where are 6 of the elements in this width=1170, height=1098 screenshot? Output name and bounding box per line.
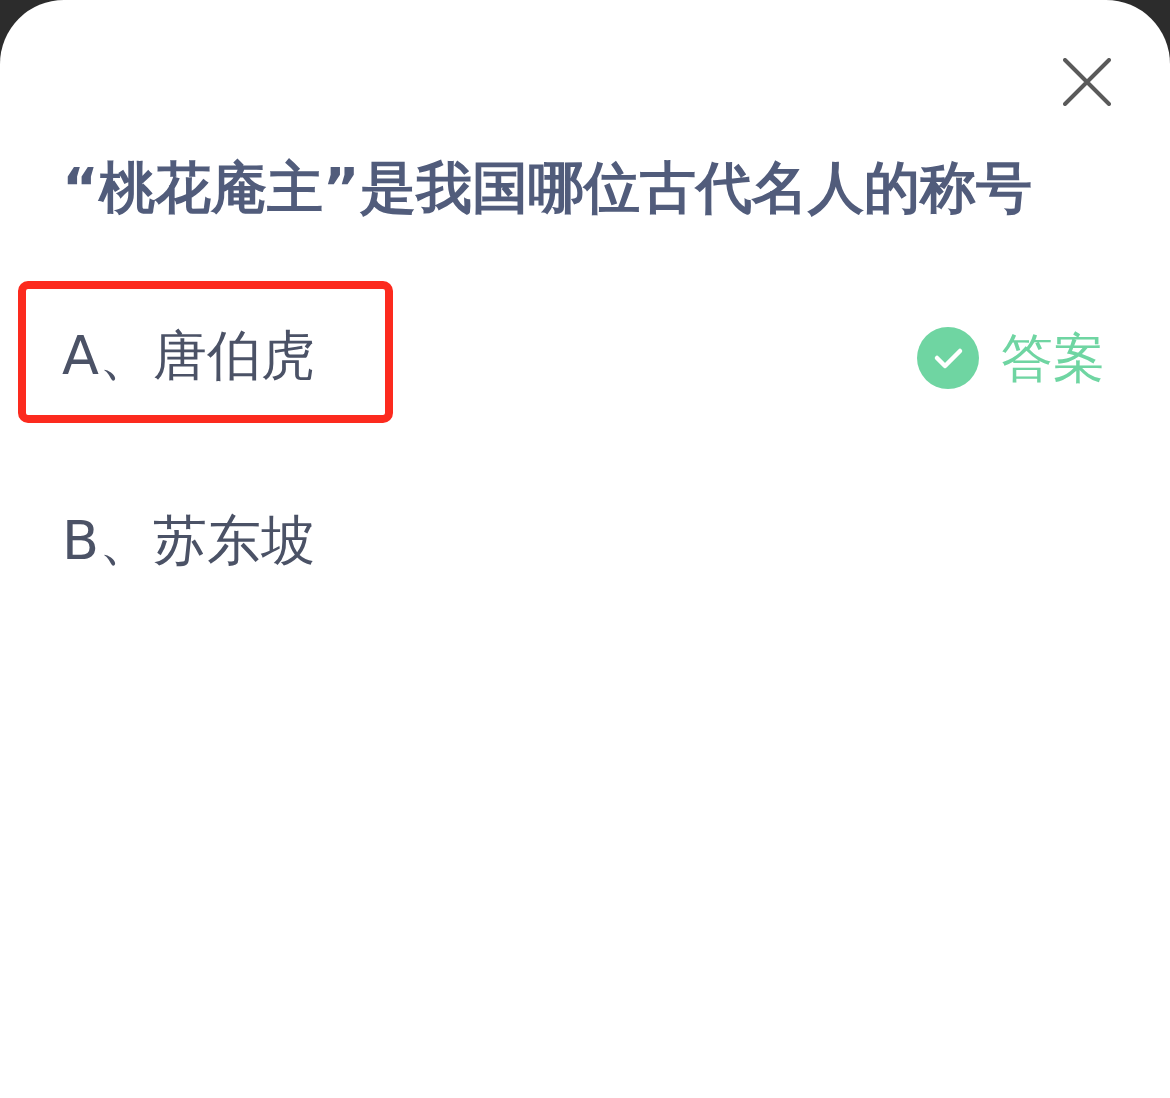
option-label[interactable]: A、唐伯虎 (62, 325, 315, 387)
close-icon (1063, 58, 1111, 106)
close-button[interactable] (1063, 58, 1111, 106)
question-title: “桃花庵主”是我国哪位古代名人的称号 (62, 155, 1033, 221)
option-label[interactable]: B、苏东坡 (62, 510, 316, 572)
answer-label: 答案 (1001, 327, 1105, 389)
